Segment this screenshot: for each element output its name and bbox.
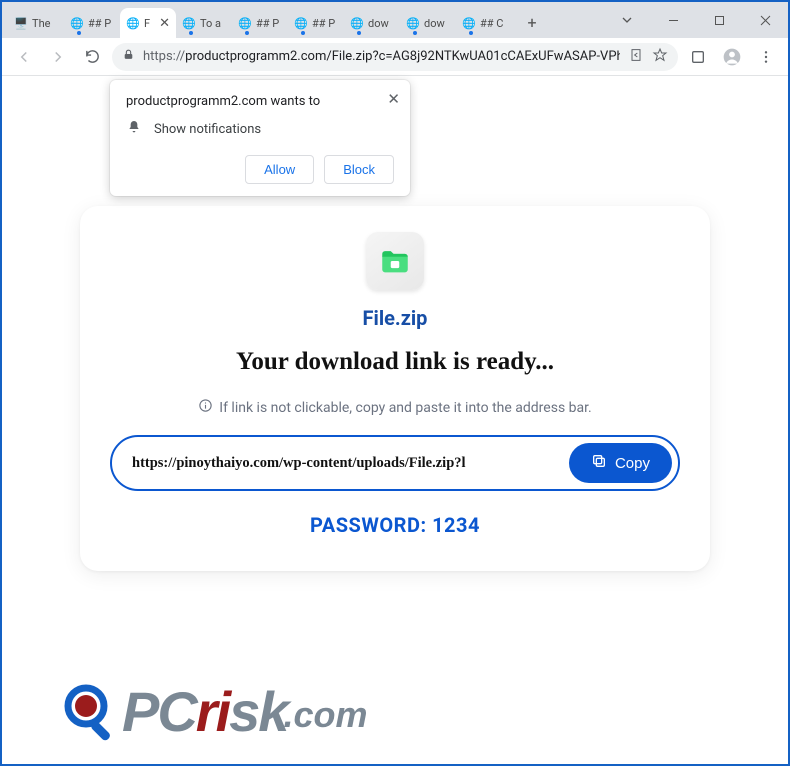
reload-button[interactable] bbox=[78, 43, 106, 71]
hint-text: If link is not clickable, copy and paste… bbox=[198, 398, 591, 417]
tab-1[interactable]: 🌐 ## P bbox=[64, 8, 120, 38]
loading-dot-icon bbox=[301, 31, 305, 35]
window-controls bbox=[604, 2, 788, 38]
lock-icon bbox=[122, 48, 135, 65]
tab-8[interactable]: 🌐 ## C bbox=[456, 8, 512, 38]
favicon-globe-icon: 🌐 bbox=[350, 16, 364, 30]
tab-label: ## P bbox=[88, 17, 114, 30]
notification-permission-popup: ✕ productprogramm2.com wants to Show not… bbox=[110, 80, 410, 196]
loading-dot-icon bbox=[189, 31, 193, 35]
back-button[interactable] bbox=[10, 43, 38, 71]
tab-label: ## C bbox=[480, 17, 506, 30]
download-link-box: https://pinoythaiyo.com/wp-content/uploa… bbox=[110, 435, 680, 491]
favicon-globe-icon: 🌐 bbox=[238, 16, 252, 30]
password-text: PASSWORD: 1234 bbox=[310, 513, 480, 537]
magnifier-icon bbox=[62, 682, 122, 742]
tab-0[interactable]: 🖥️ The bbox=[8, 8, 64, 38]
tab-3[interactable]: 🌐 To a bbox=[176, 8, 232, 38]
headline: Your download link is ready... bbox=[236, 348, 554, 376]
file-icon bbox=[366, 232, 424, 290]
allow-button[interactable]: Allow bbox=[245, 155, 314, 184]
favicon-globe-icon: 🌐 bbox=[462, 16, 476, 30]
bell-icon bbox=[126, 119, 142, 139]
tab-label: dow bbox=[368, 17, 394, 30]
share-icon[interactable] bbox=[628, 47, 644, 67]
tab-label: dow bbox=[424, 17, 450, 30]
browser-titlebar: 🖥️ The 🌐 ## P 🌐 F ✕ 🌐 To a 🌐 ## P 🌐 ## P bbox=[2, 2, 788, 38]
favicon-globe-icon: 🌐 bbox=[182, 16, 196, 30]
tab-2-active[interactable]: 🌐 F ✕ bbox=[120, 8, 176, 38]
loading-dot-icon bbox=[469, 31, 473, 35]
tab-label: To a bbox=[200, 17, 226, 30]
watermark-text: PCrisk bbox=[122, 679, 287, 744]
watermark-tld: .com bbox=[283, 694, 367, 736]
block-button[interactable]: Block bbox=[324, 155, 394, 184]
loading-dot-icon bbox=[357, 31, 361, 35]
watermark-logo: PCrisk .com bbox=[62, 679, 367, 744]
tab-label: ## P bbox=[256, 17, 282, 30]
notification-message: Show notifications bbox=[154, 122, 261, 137]
tab-strip: 🖥️ The 🌐 ## P 🌐 F ✕ 🌐 To a 🌐 ## P 🌐 ## P bbox=[8, 2, 546, 38]
download-link-text[interactable]: https://pinoythaiyo.com/wp-content/uploa… bbox=[132, 455, 559, 472]
tab-5[interactable]: 🌐 ## P bbox=[288, 8, 344, 38]
maximize-button[interactable] bbox=[696, 2, 742, 38]
copy-button[interactable]: Copy bbox=[569, 443, 672, 483]
copy-icon bbox=[591, 453, 607, 473]
profile-icon[interactable] bbox=[718, 43, 746, 71]
filename: File.zip bbox=[363, 306, 428, 330]
star-icon[interactable] bbox=[652, 47, 668, 67]
download-card: File.zip Your download link is ready... … bbox=[80, 206, 710, 571]
tab-label: ## P bbox=[312, 17, 338, 30]
info-icon bbox=[198, 398, 213, 417]
favicon-robot-icon: 🖥️ bbox=[14, 16, 28, 30]
new-tab-button[interactable]: + bbox=[518, 8, 546, 36]
tab-label: F bbox=[144, 17, 153, 30]
favicon-globe-icon: 🌐 bbox=[70, 16, 84, 30]
extensions-icon[interactable] bbox=[684, 43, 712, 71]
tab-4[interactable]: 🌐 ## P bbox=[232, 8, 288, 38]
favicon-globe-icon: 🌐 bbox=[294, 16, 308, 30]
menu-icon[interactable] bbox=[752, 43, 780, 71]
minimize-button[interactable] bbox=[650, 2, 696, 38]
loading-dot-icon bbox=[245, 31, 249, 35]
close-button[interactable] bbox=[742, 2, 788, 38]
tab-7[interactable]: 🌐 dow bbox=[400, 8, 456, 38]
forward-button[interactable] bbox=[44, 43, 72, 71]
loading-dot-icon bbox=[413, 31, 417, 35]
favicon-globe-icon: 🌐 bbox=[126, 16, 140, 30]
favicon-globe-icon: 🌐 bbox=[406, 16, 420, 30]
browser-toolbar: https://productprogramm2.com/File.zip?c=… bbox=[2, 38, 788, 76]
close-icon[interactable]: ✕ bbox=[387, 90, 400, 108]
address-bar[interactable]: https://productprogramm2.com/File.zip?c=… bbox=[112, 43, 678, 71]
tab-label: The bbox=[32, 17, 58, 30]
loading-dot-icon bbox=[77, 31, 81, 35]
notification-origin: productprogramm2.com wants to bbox=[126, 94, 394, 109]
tab-close-icon[interactable]: ✕ bbox=[159, 16, 170, 31]
url-text: https://productprogramm2.com/File.zip?c=… bbox=[143, 49, 620, 64]
chevron-down-icon[interactable] bbox=[604, 2, 650, 38]
tab-6[interactable]: 🌐 dow bbox=[344, 8, 400, 38]
